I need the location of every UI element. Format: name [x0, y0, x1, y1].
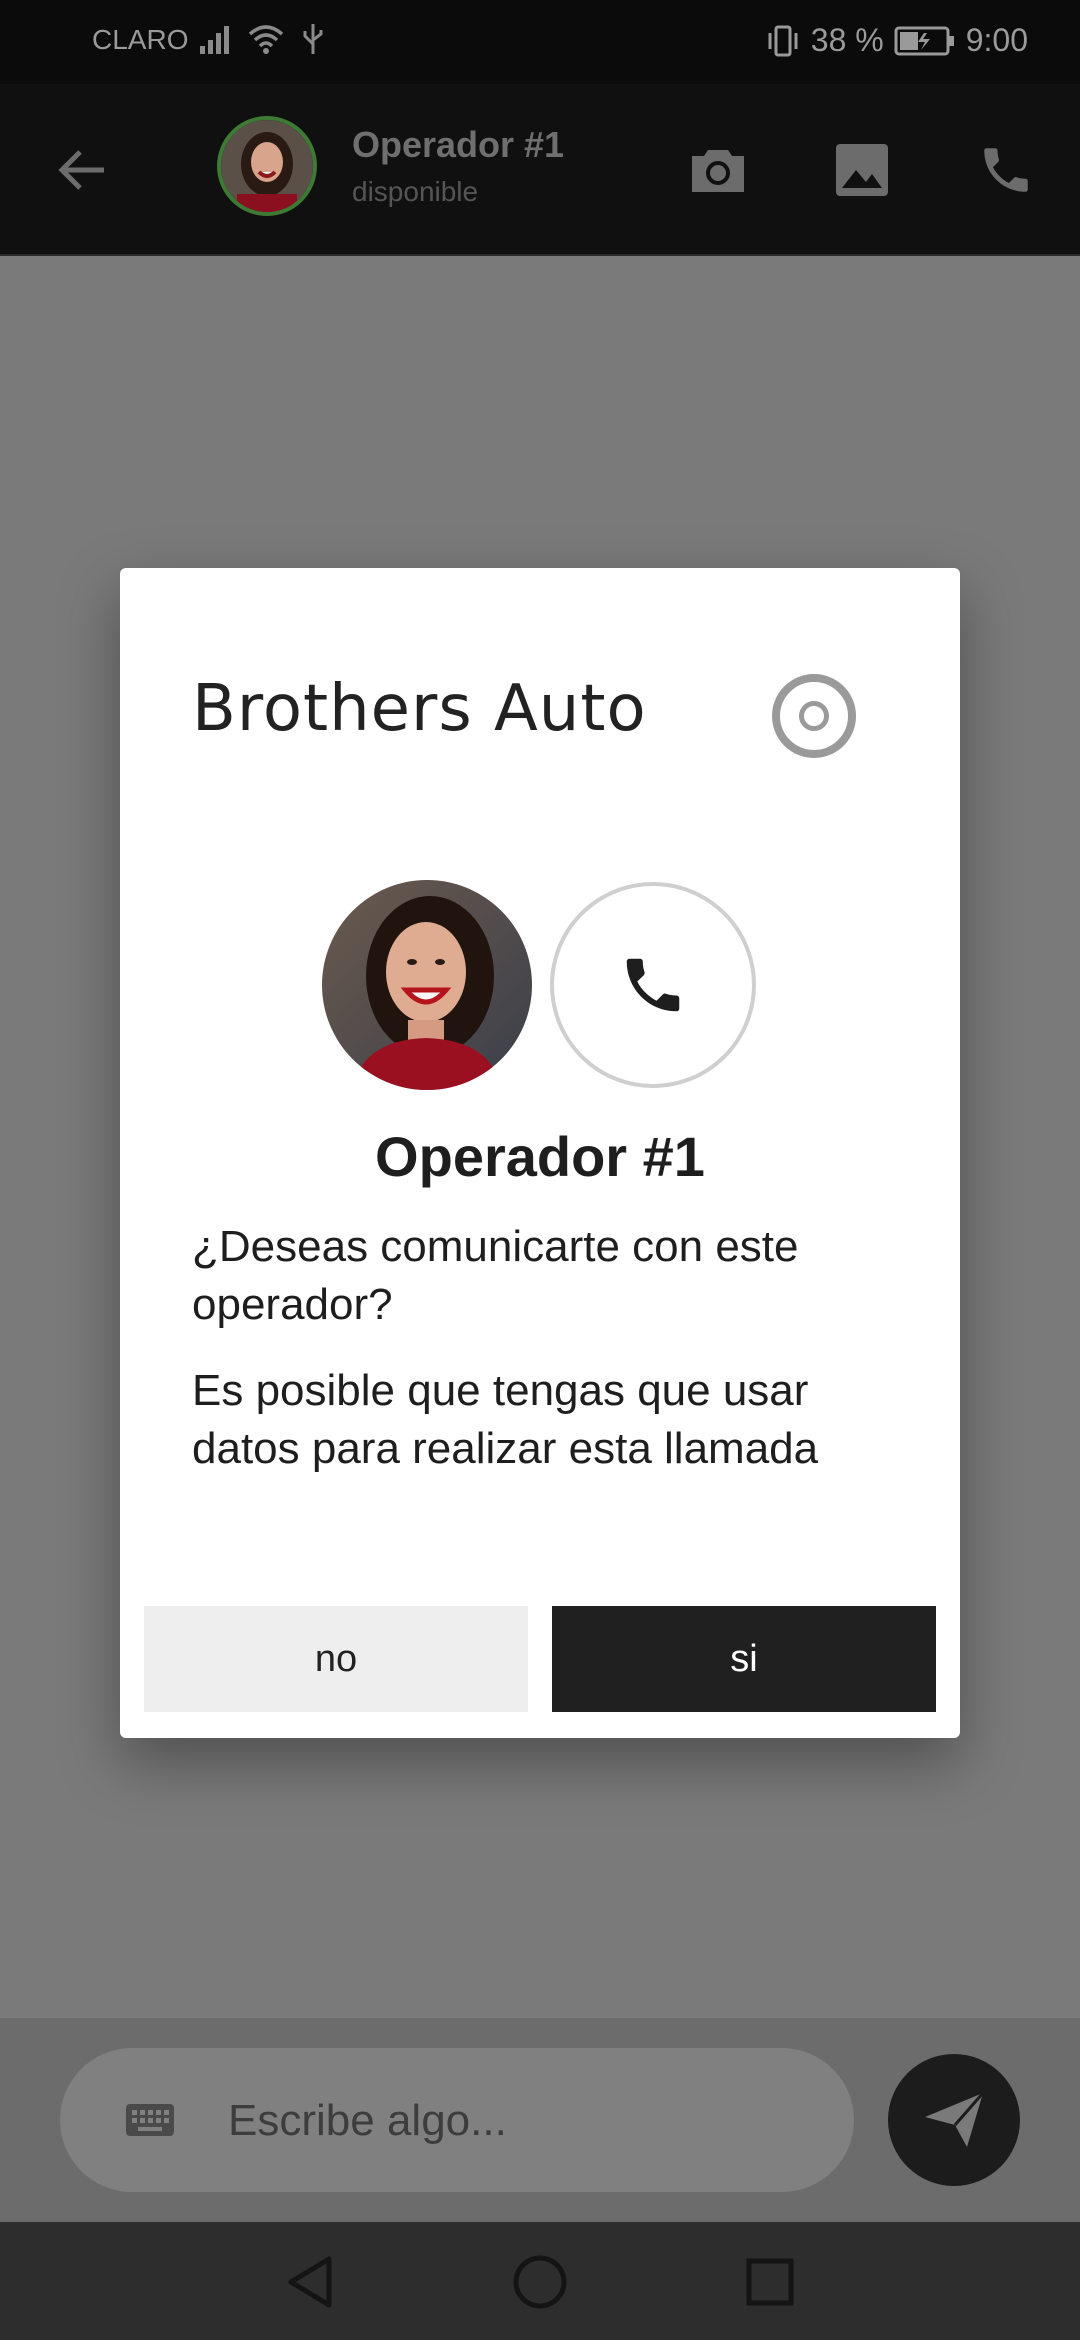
- camera-button[interactable]: [682, 134, 754, 206]
- send-icon: [925, 2092, 985, 2147]
- call-icon-circle[interactable]: [550, 882, 756, 1088]
- camera-icon: [692, 150, 744, 192]
- call-confirm-dialog: Brothers Auto Operador #1 ¿Deseas comuni…: [120, 568, 960, 1738]
- image-icon: [836, 144, 888, 196]
- target-logo-icon: [772, 674, 856, 758]
- recents-square-icon: [746, 2258, 794, 2306]
- message-input[interactable]: Escribe algo...: [60, 2048, 854, 2192]
- no-button[interactable]: no: [144, 1606, 528, 1712]
- keyboard-icon: [126, 2104, 174, 2136]
- dialog-note: Es posible que tengas que usar datos par…: [192, 1366, 819, 1473]
- nav-back-button[interactable]: [280, 2252, 340, 2312]
- call-button[interactable]: [970, 134, 1042, 206]
- carrier-label: CLARO: [92, 24, 189, 55]
- phone-icon: [984, 148, 1028, 192]
- system-nav-bar: [0, 2222, 1080, 2340]
- yes-button[interactable]: si: [552, 1606, 936, 1712]
- dialog-question: ¿Deseas comunicarte con este operador?: [192, 1222, 799, 1329]
- clock: 9:00: [965, 22, 1028, 58]
- back-button[interactable]: [46, 134, 118, 206]
- back-arrow-icon: [58, 150, 104, 190]
- operator-name: Operador #1: [375, 1125, 705, 1188]
- battery-icon: [894, 26, 954, 55]
- avatar[interactable]: [217, 116, 317, 216]
- nav-recents-button[interactable]: [740, 2252, 800, 2312]
- status-subtitle: disponible: [352, 176, 479, 207]
- phone-icon: [626, 958, 680, 1012]
- composer: Escribe algo...: [0, 2018, 1080, 2222]
- send-button[interactable]: [888, 2054, 1020, 2186]
- message-placeholder: Escribe algo...: [228, 2096, 507, 2145]
- gallery-button[interactable]: [826, 134, 898, 206]
- app-bar: Operador #1 disponible: [0, 84, 1080, 256]
- signal-icon: [200, 26, 229, 54]
- usb-icon: [303, 24, 323, 54]
- nav-home-button[interactable]: [510, 2252, 570, 2312]
- back-triangle-icon: [288, 2256, 332, 2308]
- wifi-icon: [248, 25, 284, 54]
- operator-avatar-photo: [221, 120, 313, 212]
- vibrate-icon: [768, 25, 798, 56]
- status-bar: CLARO 38 % 9:00: [0, 0, 1080, 84]
- battery-percent: 38 %: [810, 22, 884, 58]
- home-circle-icon: [513, 2255, 567, 2309]
- page-title: Operador #1: [352, 124, 565, 165]
- brand-logo-text: Brothers Auto: [192, 672, 647, 746]
- operator-photo: [322, 880, 532, 1090]
